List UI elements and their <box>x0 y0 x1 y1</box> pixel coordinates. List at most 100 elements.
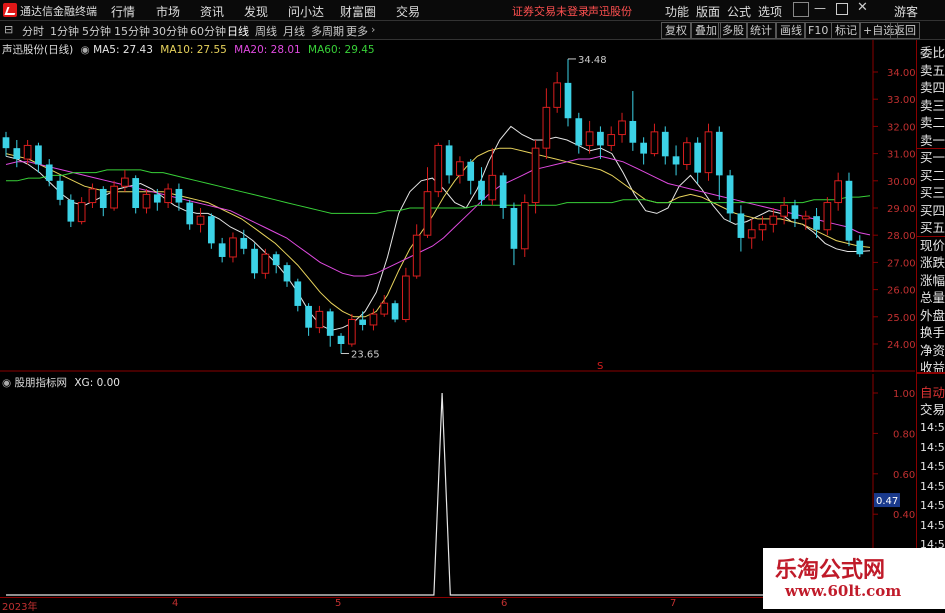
candle-body-up <box>618 120 626 136</box>
candle-body-down <box>359 319 366 325</box>
watermark-title: 乐淘公式网 <box>775 558 886 583</box>
guest-user[interactable]: 游客 <box>894 3 918 20</box>
legend-ma5: MA5: 27.43 <box>93 44 153 56</box>
candle-body-up <box>196 215 205 225</box>
period-tab-15min[interactable]: 15分钟 <box>114 23 150 39</box>
legend-toggle-icon[interactable]: ◉ <box>81 44 90 56</box>
candle-body-up <box>769 215 778 225</box>
candle-body-down <box>251 248 258 274</box>
quote-field-label: 卖四 <box>920 80 945 95</box>
quote-field-label: 买三 <box>920 185 945 200</box>
period-tab-60min[interactable]: 60分钟 <box>190 23 226 39</box>
candle-body-up <box>758 223 767 231</box>
f10-button[interactable]: F10 <box>804 22 833 39</box>
period-tab-1min[interactable]: 1分钟 <box>50 23 79 39</box>
current-value-label: 0.47 <box>876 496 898 507</box>
candle-body-down <box>640 142 647 154</box>
candle-body-up <box>704 131 713 174</box>
period-tab-more[interactable]: 更多 <box>346 23 368 39</box>
candle-body-up <box>261 253 270 274</box>
y-axis-label: 32.00 <box>887 122 915 133</box>
menu-trade[interactable]: 交易 <box>396 3 420 20</box>
menu-quotes[interactable]: 行情 <box>111 3 135 20</box>
candle-body-up <box>110 185 118 209</box>
watermark-logo: 乐淘公式网 www.60lt.com <box>763 548 945 609</box>
candle-body-up <box>347 319 356 345</box>
candle-body-down <box>726 175 734 214</box>
candle-body-up <box>607 134 616 146</box>
panel-divider <box>917 372 945 374</box>
indicator-xg-value: XG: 0.00 <box>74 377 120 389</box>
candle-body-down <box>661 131 669 157</box>
quote-field-label: 卖一 <box>920 132 945 148</box>
candle-body-up <box>423 191 432 236</box>
overlay-button[interactable]: 叠加 <box>691 22 721 39</box>
y-axis-label: 33.00 <box>887 95 915 106</box>
candle-body-up <box>585 131 594 146</box>
trade-time: 14:56 <box>920 479 945 493</box>
window-mode-icon[interactable] <box>793 2 809 17</box>
period-tab-5min[interactable]: 5分钟 <box>82 23 111 39</box>
menu-wealth[interactable]: 财富圈 <box>340 3 376 20</box>
menu-ask[interactable]: 问小达 <box>288 3 324 20</box>
quote-field-label: 买五 <box>920 220 945 235</box>
candle-body-down <box>132 178 140 208</box>
menu-layout[interactable]: 版面 <box>696 3 720 20</box>
sub-y-axis-label: 0.80 <box>893 429 915 440</box>
close-icon[interactable]: ✕ <box>857 0 868 15</box>
candle-body-up <box>456 161 464 176</box>
candle-body-up <box>488 174 497 201</box>
menu-formula[interactable]: 公式 <box>727 3 751 20</box>
candlestick-chart[interactable]: 34.00 33.00 32.00 31.00 30.00 29.00 28.00 27.00… <box>0 40 915 372</box>
period-tab-30min[interactable]: 30分钟 <box>152 23 188 39</box>
period-tab-multi[interactable]: 多周期 <box>311 23 344 39</box>
period-tab-monthly[interactable]: 月线 <box>283 23 305 39</box>
period-toolbar: ⊟ 分时 1分钟 5分钟 15分钟 30分钟 60分钟 日线 周线 月线 多周期… <box>0 21 945 40</box>
menu-discover[interactable]: 发现 <box>244 3 268 20</box>
candle-body-down <box>186 202 194 225</box>
candle-body-up <box>553 82 562 108</box>
menu-options[interactable]: 选项 <box>758 3 782 20</box>
back-button[interactable]: 返回 <box>890 22 920 39</box>
toolbar-expand-icon[interactable]: ⊟ <box>4 23 13 36</box>
trade-time: 14:56 <box>920 499 945 512</box>
candle-body-down <box>272 254 280 266</box>
multi-stock-button[interactable]: 多股 <box>718 22 748 39</box>
candle-body-up <box>780 204 788 217</box>
quote-field-label: 涨幅 <box>920 272 945 288</box>
menu-function[interactable]: 功能 <box>665 3 689 20</box>
menu-market[interactable]: 市场 <box>156 3 180 20</box>
y-axis-label: 25.00 <box>887 313 915 324</box>
login-warning[interactable]: 证券交易未登录 <box>512 3 589 19</box>
y-axis-label: 28.00 <box>887 231 915 242</box>
candle-body-down <box>813 216 820 230</box>
statistics-button[interactable]: 统计 <box>746 22 776 39</box>
candle-body-up <box>801 215 810 220</box>
quote-field-label: 卖三 <box>920 97 945 113</box>
more-chevron-icon[interactable]: › <box>371 23 375 36</box>
minimize-icon[interactable]: — <box>814 1 826 15</box>
legend-ma60: MA60: 29.45 <box>308 44 375 56</box>
y-axis-label: 31.00 <box>887 150 915 161</box>
sub-y-axis-label: 1.00 <box>893 389 915 400</box>
candle-body-down <box>694 142 702 173</box>
watermark-url: www.60lt.com <box>785 582 902 600</box>
candle-body-up <box>531 147 540 204</box>
draw-line-button[interactable]: 画线 <box>776 22 806 39</box>
app-title: 通达信金融终端 <box>20 5 97 18</box>
period-tab-timeshare[interactable]: 分时 <box>22 23 44 39</box>
adjust-button[interactable]: 复权 <box>661 22 691 39</box>
quote-field-label: 总量 <box>920 290 945 305</box>
legend-toggle-icon[interactable]: ◉ <box>2 377 11 389</box>
period-tab-daily[interactable]: 日线 <box>227 23 249 39</box>
maximize-icon[interactable] <box>836 3 848 15</box>
quote-field-label: 买二 <box>920 167 945 183</box>
quote-field-label: 净资 <box>920 342 945 358</box>
quote-field-label: 买四 <box>920 202 945 218</box>
mark-button[interactable]: 标记 <box>831 22 861 39</box>
candle-body-down <box>597 131 604 146</box>
menu-news[interactable]: 资讯 <box>200 3 224 20</box>
sell-signal-marker: S <box>597 361 603 372</box>
sub-y-axis-label: 0.60 <box>893 470 915 481</box>
period-tab-weekly[interactable]: 周线 <box>255 23 277 39</box>
